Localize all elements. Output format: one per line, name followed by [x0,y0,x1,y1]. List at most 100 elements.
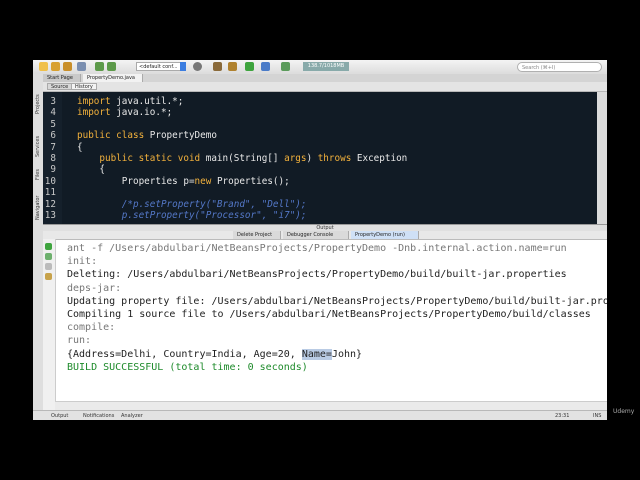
console-line: run: [67,335,92,347]
code-text: p.setProperty("Processor", "i7"); [77,210,307,221]
line-number: 6 [50,130,56,142]
build-icon[interactable] [228,62,237,71]
sidebar-tab-navigator[interactable]: Navigator [34,188,42,228]
settings-icon[interactable] [193,62,202,71]
tab-debugger-console[interactable]: Debugger Console [283,231,349,239]
redo-icon[interactable] [107,62,116,71]
code-line: 9 { [43,164,597,175]
line-number: 7 [50,141,56,153]
rerun-icon[interactable] [45,243,52,250]
new-project-icon[interactable] [51,62,60,71]
code-line: 12 /*p.setProperty("Brand", "Dell"); [43,199,597,210]
line-number: 11 [44,187,56,199]
code-line: 13 p.setProperty("Processor", "i7"); [43,210,597,221]
status-notifications-tab[interactable]: Notifications [83,411,114,420]
program-result-line: {Address=Delhi, Country=India, Age=20, N… [67,348,607,361]
code-area[interactable]: 3 import java.util.*; 4 import java.io.*; 5 6… [43,96,597,221]
editor-tab-bar: Start Page PropertyDemo.java [43,74,607,82]
line-number: 5 [50,118,56,130]
memory-indicator[interactable]: 138.7/1018MB [303,62,349,71]
status-analyzer-tab[interactable]: Analyzer [121,411,143,420]
editor-view-bar: Source History [43,82,607,92]
source-button[interactable]: Source [47,83,73,90]
line-number: 10 [44,175,56,187]
code-token: args [284,152,307,164]
code-text: { [77,142,83,153]
tab-propertydemo-run[interactable]: PropertyDemo (run) [351,231,419,239]
output-settings-icon[interactable] [45,273,52,280]
code-token: /*p.setProperty("Brand", "Dell"); [77,198,307,210]
config-dropdown-icon[interactable] [180,62,186,71]
code-token: public class [77,130,145,142]
code-text: import java.util.*; [77,96,183,107]
code-text: public class PropertyDemo [77,130,217,141]
code-line: 7{ [43,142,597,153]
stop-icon[interactable] [45,263,52,270]
code-token: import [77,107,111,119]
sidebar-tab-files[interactable]: Files [34,166,42,184]
ide-window: <default conf... 138.7/1018MB Search (⌘+… [33,60,607,420]
code-text: import java.io.*; [77,107,172,118]
console-line: ant -f /Users/abdulbari/NetBeansProjects… [67,243,567,254]
tab-start-page[interactable]: Start Page [43,74,81,82]
code-editor[interactable]: 3 import java.util.*; 4 import java.io.*; 5 6… [43,92,597,224]
line-number: 12 [44,198,56,210]
code-token: throws [317,152,352,164]
code-token: new [194,175,212,187]
line-number: 3 [50,96,56,107]
editor-scrollbar[interactable] [597,92,607,224]
line-number: 4 [50,107,56,119]
profile-icon[interactable] [281,62,290,71]
undo-icon[interactable] [95,62,104,71]
result-text-end: John} [331,348,363,360]
code-token: Properties(); [211,175,290,187]
code-token: ) [306,152,318,164]
code-token: java.util.*; [110,96,184,107]
code-line: 5 [43,119,597,130]
code-text: Properties p=new Properties(); [77,176,290,187]
search-input[interactable]: Search (⌘+I) [517,62,602,72]
open-project-icon[interactable] [63,62,72,71]
output-tab-bar: Delete Project Debugger Console Property… [43,231,607,240]
run-icon[interactable] [245,62,254,71]
code-text: public static void main(String[] args) t… [77,153,407,164]
code-token: p.setProperty("Processor", "i7"); [77,209,307,221]
console-line: deps-jar: [67,282,122,294]
code-line: 4 import java.io.*; [43,107,597,118]
new-file-icon[interactable] [39,62,48,71]
code-token: { [77,164,105,176]
code-token: import [77,96,111,107]
output-horizontal-scrollbar[interactable] [55,401,607,410]
code-token: public static void [77,152,201,164]
debug-icon[interactable] [261,62,270,71]
cursor-position: 23:31 [555,413,570,419]
insert-mode: INS [593,413,602,419]
code-token: Exception [351,152,408,164]
config-select[interactable]: <default conf... [136,62,186,71]
sidebar-tab-projects[interactable]: Projects [34,84,42,124]
console-line: Deleting: /Users/abdulbari/NetBeansProje… [67,269,567,281]
line-number: 9 [50,164,56,176]
code-line: 3 import java.util.*; [43,96,597,107]
tab-delete-project[interactable]: Delete Project [233,231,281,239]
code-line: 11 [43,187,597,198]
code-text: /*p.setProperty("Brand", "Dell"); [77,199,307,210]
code-token: { [77,141,83,153]
status-output-tab[interactable]: Output [51,411,68,420]
console-line: Compiling 1 source file to /Users/abdulb… [67,308,591,320]
console-line: compile: [67,322,116,334]
selected-text: Name= [301,348,332,360]
history-button[interactable]: History [71,83,97,90]
rerun-with-options-icon[interactable] [45,253,52,260]
code-token: main(String[] [200,152,285,164]
code-token: PropertyDemo [144,130,217,142]
console-output[interactable]: ant -f /Users/abdulbari/NetBeansProjects… [67,242,607,374]
result-text: {Address=Delhi, Country=India, Age=20, [67,348,302,360]
tab-propertydemo-java[interactable]: PropertyDemo.java [83,74,143,82]
sidebar-tab-services[interactable]: Services [34,130,42,162]
output-actions-panel [43,239,56,411]
line-number: 13 [44,209,56,221]
save-all-icon[interactable] [77,62,86,71]
clean-build-icon[interactable] [213,62,222,71]
code-text: { [77,164,105,175]
